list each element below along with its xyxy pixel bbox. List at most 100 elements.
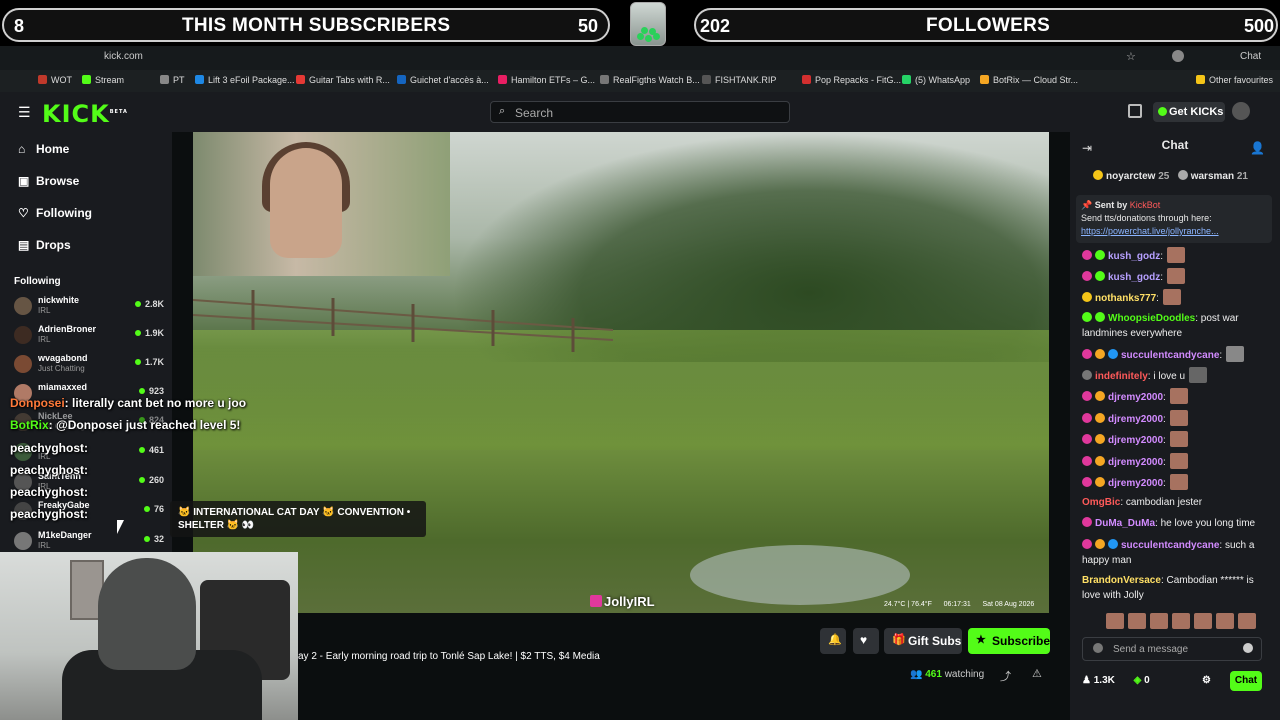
bookmark-item[interactable]: WOT — [38, 75, 72, 85]
browse-icon: ▣ — [18, 174, 30, 188]
chat-message: succulentcandycane: such a happy man — [1082, 539, 1255, 566]
chat-message: djremy2000: — [1082, 431, 1272, 448]
mouse-cursor — [117, 520, 124, 534]
profile-icon[interactable] — [1172, 50, 1184, 62]
address-text[interactable]: kick.com — [104, 51, 143, 62]
stream-alert-banner: 🐱 INTERNATIONAL CAT DAY 🐱 CONVENTION • S… — [170, 501, 426, 537]
search-input[interactable]: ⌕ Search — [490, 101, 790, 123]
bookmark-icon — [1196, 75, 1205, 84]
bookmark-icon — [498, 75, 507, 84]
nav-drops[interactable]: ▤ Drops — [18, 238, 71, 252]
settings-gear-icon[interactable]: ⚙ — [1202, 675, 1211, 686]
emote — [1169, 431, 1188, 447]
nav-home[interactable]: ⌂ Home — [18, 142, 69, 156]
bookmark-item[interactable]: Stream — [82, 75, 124, 85]
hamburger-menu-icon[interactable]: ☰ — [18, 104, 31, 121]
tip-jar-graphic — [630, 2, 666, 46]
avatar — [14, 355, 32, 373]
video-hud: 24.7°C | 76.4°F 06:17:31 Sat 08 Aug 2026 — [884, 601, 1035, 608]
profile-chat-label[interactable]: Chat — [1240, 51, 1261, 62]
emote — [1169, 410, 1188, 426]
emote — [1169, 388, 1188, 404]
chat-message: djremy2000: — [1082, 474, 1272, 491]
bookmark-icon — [296, 75, 305, 84]
bookmark-item[interactable]: RealFigths Watch B... — [600, 75, 700, 85]
overlay-chat-message: peachyghost: — [10, 441, 89, 455]
video-scene-puddle — [690, 545, 910, 605]
search-icon: ⌕ — [499, 105, 506, 117]
browser-address-bar[interactable]: kick.com Chat ☆ — [0, 46, 1280, 70]
drops-icon: ▤ — [18, 238, 30, 252]
chat-message: kush_godz: — [1082, 268, 1272, 285]
bookmark-item[interactable]: Other favourites — [1196, 75, 1273, 85]
gifter-badge-icon — [1177, 170, 1188, 180]
bookmark-item[interactable]: Lift 3 eFoil Package... — [195, 75, 295, 85]
bookmark-item[interactable]: PT — [160, 75, 185, 85]
notify-button[interactable]: 🔔 — [820, 628, 846, 654]
emote — [1169, 453, 1188, 469]
get-kicks-button[interactable]: Get KICKs — [1153, 102, 1225, 122]
pinned-message[interactable]: 📌 Sent by KickBot Send tts/donations thr… — [1076, 195, 1272, 243]
share-icon[interactable]: ⤴ — [1000, 668, 1011, 684]
chat-send-button[interactable]: Chat — [1230, 671, 1262, 691]
video-scene-fence — [193, 290, 613, 352]
overlay-chat-message: Donposei: literally cant bet no more u j… — [10, 396, 247, 410]
kicks-coin-icon — [1158, 107, 1167, 116]
channel-watermark: JollyIRL — [590, 594, 655, 609]
bookmark-icon — [82, 75, 91, 84]
bookmark-item[interactable]: (5) WhatsApp — [902, 75, 970, 85]
bookmark-icon — [902, 75, 911, 84]
gift-icon: 🎁 — [892, 634, 906, 646]
chat-message: WhoopsieDoodles: post war landmines ever… — [1082, 312, 1239, 339]
nav-browse[interactable]: ▣ Browse — [18, 174, 79, 188]
bookmark-icon — [160, 75, 169, 84]
chat-input[interactable]: Send a message — [1082, 637, 1262, 661]
heart-icon: ♥ — [860, 633, 868, 647]
subscribe-button[interactable]: ★ Subscribe — [968, 628, 1050, 654]
chat-message: djremy2000: — [1082, 410, 1272, 427]
chat-message: indefinitely: i love u — [1082, 367, 1272, 384]
layout-toggle-icon[interactable] — [1128, 104, 1142, 118]
nav-following[interactable]: ♡ Following — [18, 206, 92, 220]
bookmark-icon — [38, 75, 47, 84]
following-header: Following — [14, 276, 61, 287]
following-channel[interactable]: wvagabond Just Chatting 1.7K — [14, 353, 164, 381]
follow-button[interactable]: ♥ — [853, 628, 879, 654]
bookmark-item[interactable]: FISHTANK.RIP — [702, 75, 776, 85]
following-channel[interactable]: nickwhite IRL 2.8K — [14, 295, 164, 323]
bookmark-icon — [980, 75, 989, 84]
emoji-icon[interactable] — [1243, 643, 1253, 653]
chat-message: BrandonVersace: Cambodian ****** is love… — [1082, 575, 1254, 601]
streamer-face — [270, 148, 342, 258]
avatar — [14, 326, 32, 344]
subs-label: THIS MONTH SUBSCRIBERS — [182, 15, 451, 36]
gift-subs-button[interactable]: 🎁 Gift Subs — [884, 628, 962, 654]
user-avatar[interactable] — [1232, 102, 1250, 120]
bookmark-item[interactable]: Hamilton ETFs – G... — [498, 75, 595, 85]
bookmark-item[interactable]: Pop Repacks - FitG... — [802, 75, 901, 85]
subscribers-goal-bar: 8 THIS MONTH SUBSCRIBERS 50 — [2, 8, 610, 42]
emote-picker-icon[interactable] — [1093, 643, 1103, 653]
bookmark-item[interactable]: Guitar Tabs with R... — [296, 75, 390, 85]
chat-message: nothanks777: — [1082, 289, 1272, 306]
pinned-link[interactable]: https://powerchat.live/jollyranche... — [1081, 225, 1267, 238]
points-icon: ◈ — [1133, 675, 1145, 686]
emote — [1226, 346, 1245, 362]
kick-badge-icon — [590, 595, 602, 607]
following-channel[interactable]: AdrienBroner IRL 1.9K — [14, 324, 164, 352]
favourite-star-icon[interactable]: ☆ — [1126, 50, 1136, 63]
kick-logo[interactable]: KICKBETA — [42, 100, 128, 128]
bookmark-item[interactable]: Guichet d'accès à... — [397, 75, 489, 85]
chat-message: djremy2000: — [1082, 453, 1272, 470]
search-placeholder: Search — [515, 106, 554, 120]
bookmark-icon — [195, 75, 204, 84]
chat-users-icon[interactable]: 👤 — [1250, 141, 1265, 155]
chat-title: Chat — [1161, 138, 1189, 152]
followers-goal-bar: 202 FOLLOWERS 500 — [694, 8, 1278, 42]
report-icon[interactable]: ⚠ — [1032, 667, 1042, 680]
followers-goal: 500 — [1244, 16, 1275, 36]
chat-message: DuMa_DuMa: he love you long time — [1082, 516, 1272, 531]
emote-quick-bar[interactable] — [1086, 612, 1266, 630]
bookmark-item[interactable]: BotRix — Cloud Str... — [980, 75, 1078, 85]
overlay-chat-message: peachyghost: — [10, 485, 89, 499]
